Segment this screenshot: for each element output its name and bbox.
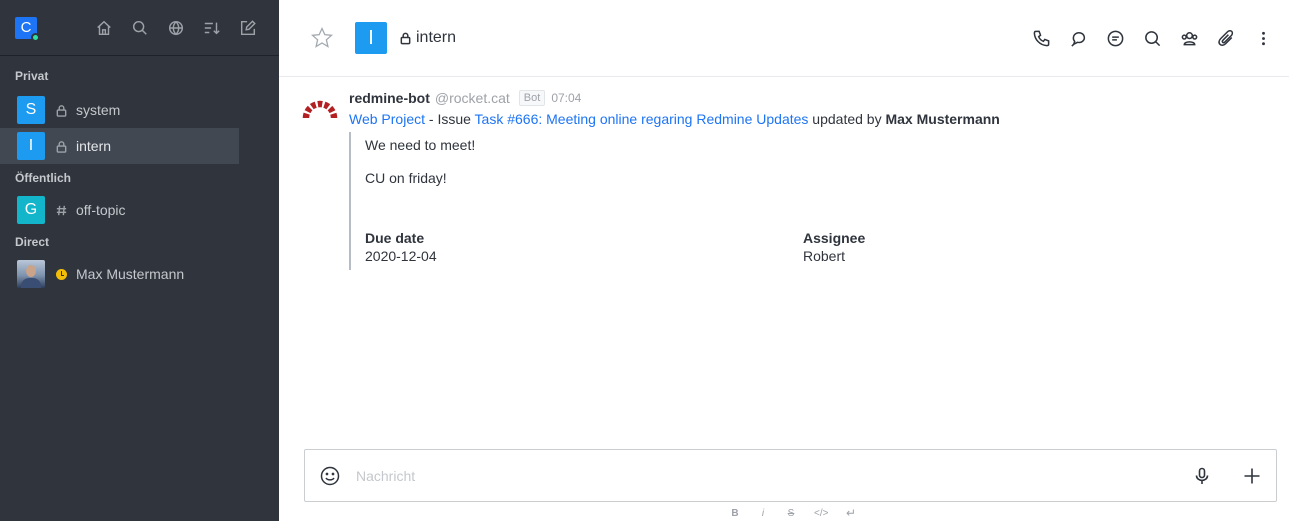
room-header: I intern — [279, 0, 1289, 77]
sidebar-toolbar — [95, 19, 264, 37]
message-body: Web Project - Issue Task #666: Meeting o… — [349, 111, 1000, 127]
message-attachment: We need to meet! CU on friday! Due date … — [349, 132, 1269, 270]
user-photo-avatar — [17, 260, 45, 288]
section-private: Privat — [15, 69, 49, 83]
newline-button[interactable]: ↵ — [846, 506, 856, 520]
code-format-button[interactable]: </> — [814, 508, 828, 519]
room-title[interactable]: intern — [416, 29, 456, 47]
message-header: redmine-bot @rocket.cat Bot 07:04 — [349, 90, 581, 106]
field-value-due-date: 2020-12-04 — [365, 248, 437, 264]
section-direct: Direct — [15, 235, 50, 249]
task-link[interactable]: Task #666: Meeting online regaring Redmi… — [475, 111, 809, 127]
emoji-icon[interactable] — [319, 465, 341, 487]
italic-format-button[interactable]: i — [758, 508, 768, 519]
attachment-text-line: We need to meet! — [365, 137, 476, 153]
sidebar: C Privat S system I intern Öffentlich G … — [0, 0, 279, 521]
lock-icon — [55, 140, 68, 153]
attachment-text-line: CU on friday! — [365, 170, 447, 186]
strike-format-button[interactable]: S — [786, 508, 796, 519]
kebab-menu-icon[interactable] — [1254, 29, 1273, 48]
room-avatar: G — [17, 196, 45, 224]
sidebar-item-label: intern — [76, 138, 112, 154]
message-input[interactable] — [356, 467, 1192, 484]
home-icon[interactable] — [95, 19, 113, 37]
room-avatar-initial: G — [24, 201, 38, 218]
room-avatar-initial: I — [28, 137, 34, 154]
project-link[interactable]: Web Project — [349, 111, 425, 127]
formatting-toolbar: B i S </> ↵ — [730, 506, 856, 520]
room-avatar-initial: S — [25, 101, 37, 118]
lock-icon — [55, 104, 68, 117]
discussion-icon[interactable] — [1106, 29, 1125, 48]
message-handle: @rocket.cat — [434, 90, 510, 106]
favorite-star-icon[interactable] — [310, 26, 334, 50]
lock-icon — [399, 31, 412, 45]
redmine-logo-avatar — [302, 94, 338, 127]
create-new-icon[interactable] — [239, 19, 257, 37]
bot-badge: Bot — [518, 90, 546, 106]
user-avatar[interactable]: C — [15, 16, 40, 42]
members-icon[interactable] — [1180, 29, 1199, 48]
directory-globe-icon[interactable] — [167, 19, 185, 37]
user-avatar-initial: C — [20, 19, 32, 36]
away-status-icon — [56, 268, 67, 280]
sidebar-item-system[interactable]: S system — [0, 92, 279, 128]
sidebar-item-off-topic[interactable]: G off-topic — [0, 192, 279, 228]
search-messages-icon[interactable] — [1143, 29, 1162, 48]
attachment-clip-icon[interactable] — [1217, 29, 1236, 48]
main-content: I intern redmine-bot @rocket.cat Bot 07:… — [279, 0, 1289, 521]
room-avatar: I — [17, 132, 45, 160]
online-status-dot — [31, 32, 40, 42]
room-toolbar — [1032, 29, 1273, 48]
bold-format-button[interactable]: B — [730, 508, 740, 519]
message-username[interactable]: redmine-bot — [349, 90, 430, 106]
field-value-assignee: Robert — [803, 248, 846, 264]
field-title-due-date: Due date — [365, 230, 425, 246]
sort-icon[interactable] — [203, 19, 221, 37]
message-composer — [304, 449, 1277, 502]
sidebar-header: C — [0, 0, 279, 56]
sidebar-item-label: off-topic — [76, 202, 126, 218]
room-header-avatar: I — [355, 22, 387, 54]
microphone-icon[interactable] — [1192, 466, 1212, 486]
updated-by-text: updated by — [808, 111, 886, 127]
phone-call-icon[interactable] — [1032, 29, 1051, 48]
sidebar-item-max-mustermann[interactable]: Max Mustermann — [0, 256, 279, 292]
hash-icon — [55, 204, 68, 217]
sidebar-item-label: Max Mustermann — [76, 266, 185, 282]
message-time: 07:04 — [551, 91, 582, 105]
field-title-assignee: Assignee — [803, 230, 866, 246]
sidebar-item-label: system — [76, 102, 121, 118]
section-public: Öffentlich — [15, 171, 71, 185]
app: C Privat S system I intern Öffentlich G … — [0, 0, 1289, 521]
room-header-avatar-initial: I — [368, 26, 374, 49]
issue-prefix-text: - Issue — [425, 111, 475, 127]
sidebar-item-intern[interactable]: I intern — [0, 128, 239, 164]
author-name: Max Mustermann — [885, 111, 1000, 127]
room-avatar: S — [17, 96, 45, 124]
plus-icon[interactable] — [1242, 466, 1262, 486]
search-icon[interactable] — [131, 19, 149, 37]
threads-icon[interactable] — [1069, 29, 1088, 48]
